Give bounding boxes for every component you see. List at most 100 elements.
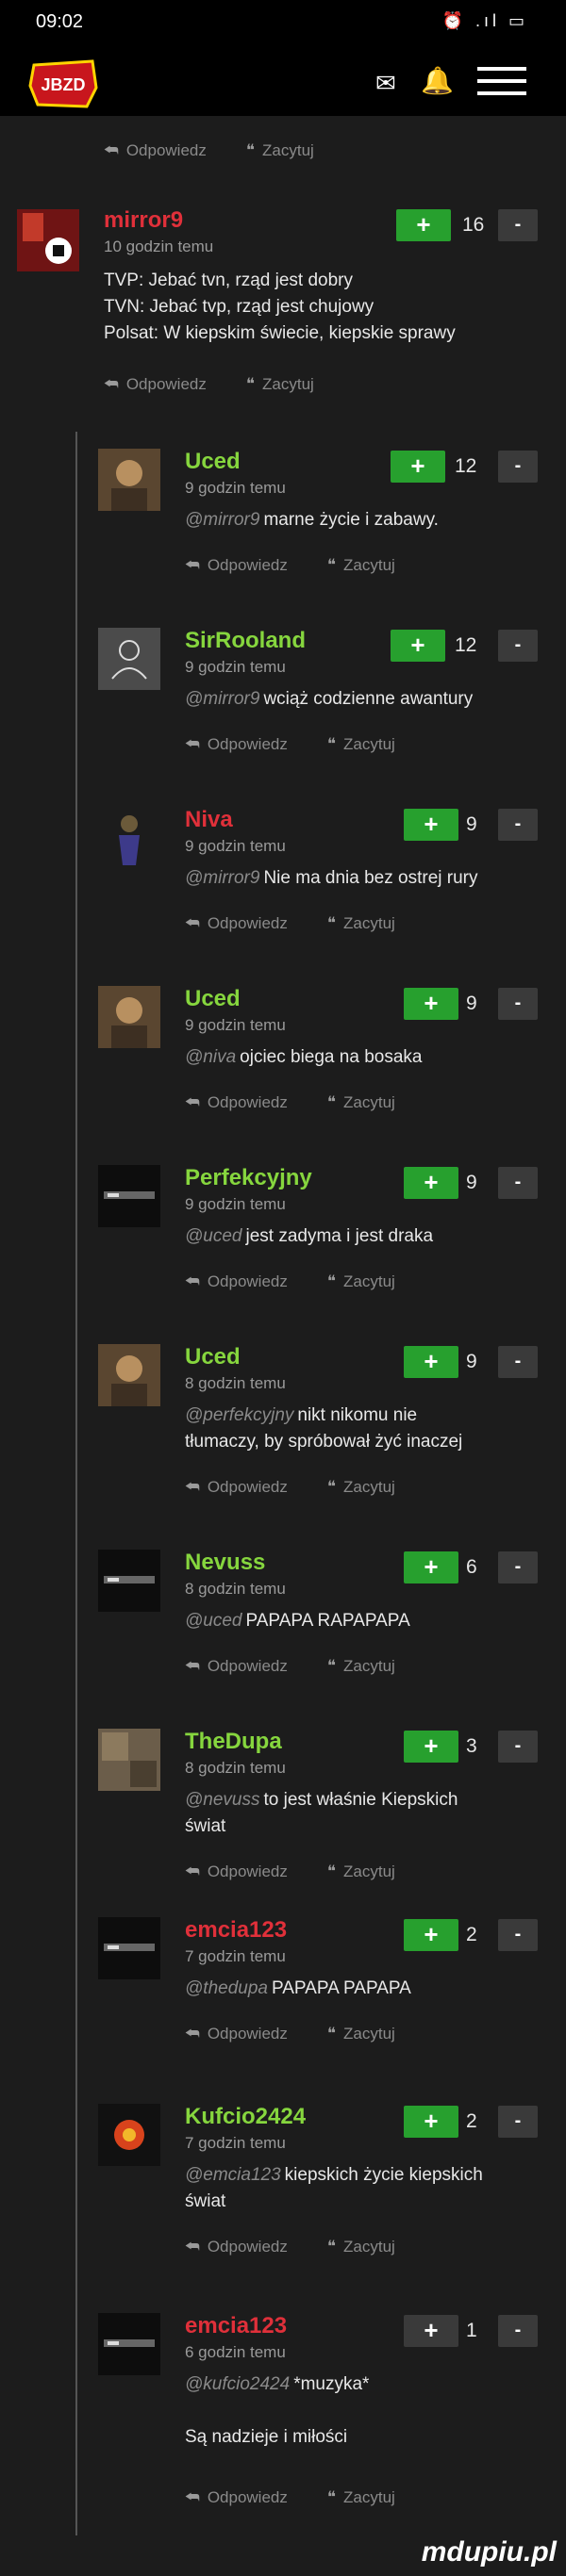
upvote-button[interactable]: + xyxy=(404,2106,458,2138)
jbzd-logo[interactable]: JBZD xyxy=(28,59,98,108)
mention-link[interactable]: @mirror9 xyxy=(185,868,259,888)
username[interactable]: SirRooland xyxy=(185,628,306,654)
avatar[interactable] xyxy=(98,1165,160,1227)
mention-link[interactable]: @uced xyxy=(185,1226,242,1246)
reply-button[interactable]: Odpowiedz xyxy=(208,1272,288,1290)
quote-icon[interactable]: ❝ xyxy=(327,1093,336,1111)
bell-icon[interactable]: 🔔 xyxy=(421,65,454,96)
quote-icon[interactable]: ❝ xyxy=(327,1657,336,1675)
reply-icon[interactable]: ⮪ xyxy=(185,1093,200,1111)
mention-link[interactable]: @nevuss xyxy=(185,1790,260,1810)
quote-icon[interactable]: ❝ xyxy=(327,2488,336,2506)
quote-button[interactable]: Zacytuj xyxy=(343,1862,395,1880)
reply-button[interactable]: Odpowiedz xyxy=(208,556,288,574)
reply-icon[interactable]: ⮪ xyxy=(185,1862,200,1880)
quote-button[interactable]: Zacytuj xyxy=(343,914,395,932)
upvote-button[interactable]: + xyxy=(404,1167,458,1199)
downvote-button[interactable]: - xyxy=(498,1346,538,1378)
reply-button[interactable]: Odpowiedz xyxy=(126,141,207,159)
upvote-button[interactable]: + xyxy=(391,630,445,662)
quote-button[interactable]: Zacytuj xyxy=(343,2488,395,2506)
quote-icon[interactable]: ❝ xyxy=(327,556,336,574)
username[interactable]: mirror9 xyxy=(104,207,183,234)
username[interactable]: Uced xyxy=(185,1344,241,1370)
avatar[interactable] xyxy=(98,2104,160,2166)
upvote-button[interactable]: + xyxy=(404,988,458,1020)
avatar[interactable] xyxy=(98,1550,160,1612)
upvote-button[interactable]: + xyxy=(391,451,445,483)
avatar[interactable] xyxy=(17,209,79,271)
quote-button[interactable]: Zacytuj xyxy=(262,375,314,393)
mention-link[interactable]: @mirror9 xyxy=(185,510,259,530)
avatar[interactable] xyxy=(98,1344,160,1406)
username[interactable]: emcia123 xyxy=(185,2313,287,2339)
reply-icon[interactable]: ⮪ xyxy=(185,735,200,753)
quote-button[interactable]: Zacytuj xyxy=(262,141,314,159)
username[interactable]: Uced xyxy=(185,449,241,475)
reply-button[interactable]: Odpowiedz xyxy=(208,1862,288,1880)
reply-icon[interactable]: ⮪ xyxy=(185,1657,200,1675)
upvote-button[interactable]: + xyxy=(404,1731,458,1763)
quote-icon[interactable]: ❝ xyxy=(246,141,255,159)
quote-button[interactable]: Zacytuj xyxy=(343,1478,395,1496)
avatar[interactable] xyxy=(98,986,160,1048)
reply-icon[interactable]: ⮪ xyxy=(185,2025,200,2043)
quote-icon[interactable]: ❝ xyxy=(327,2025,336,2043)
username[interactable]: emcia123 xyxy=(185,1917,287,1944)
mention-link[interactable]: @perfekcyjny xyxy=(185,1405,293,1425)
mention-link[interactable]: @emcia123 xyxy=(185,2165,281,2185)
avatar[interactable] xyxy=(98,1729,160,1791)
reply-icon[interactable]: ⮪ xyxy=(185,1272,200,1290)
reply-button[interactable]: Odpowiedz xyxy=(208,1478,288,1496)
quote-icon[interactable]: ❝ xyxy=(327,914,336,932)
quote-button[interactable]: Zacytuj xyxy=(343,2025,395,2043)
downvote-button[interactable]: - xyxy=(498,1919,538,1951)
username[interactable]: Kufcio2424 xyxy=(185,2104,306,2130)
reply-icon[interactable]: ⮪ xyxy=(104,141,119,159)
reply-icon[interactable]: ⮪ xyxy=(185,914,200,932)
quote-icon[interactable]: ❝ xyxy=(327,1478,336,1496)
avatar[interactable] xyxy=(98,2313,160,2375)
downvote-button[interactable]: - xyxy=(498,1551,538,1583)
reply-button[interactable]: Odpowiedz xyxy=(126,375,207,393)
avatar[interactable] xyxy=(98,1917,160,1979)
reply-button[interactable]: Odpowiedz xyxy=(208,2238,288,2256)
avatar[interactable] xyxy=(98,449,160,511)
downvote-button[interactable]: - xyxy=(498,209,538,241)
username[interactable]: Nevuss xyxy=(185,1550,265,1576)
mention-link[interactable]: @thedupa xyxy=(185,1978,268,1998)
downvote-button[interactable]: - xyxy=(498,1167,538,1199)
downvote-button[interactable]: - xyxy=(498,630,538,662)
username[interactable]: Perfekcyjny xyxy=(185,1165,312,1191)
reply-icon[interactable]: ⮪ xyxy=(104,375,119,393)
reply-button[interactable]: Odpowiedz xyxy=(208,1093,288,1111)
reply-button[interactable]: Odpowiedz xyxy=(208,914,288,932)
mail-icon[interactable]: ✉ xyxy=(375,69,396,98)
hamburger-menu-icon[interactable] xyxy=(477,67,526,99)
quote-button[interactable]: Zacytuj xyxy=(343,1657,395,1675)
reply-button[interactable]: Odpowiedz xyxy=(208,2025,288,2043)
quote-icon[interactable]: ❝ xyxy=(327,735,336,753)
mention-link[interactable]: @mirror9 xyxy=(185,689,259,709)
downvote-button[interactable]: - xyxy=(498,2106,538,2138)
upvote-button[interactable]: + xyxy=(404,1919,458,1951)
username[interactable]: Uced xyxy=(185,986,241,1012)
upvote-button[interactable]: + xyxy=(404,1551,458,1583)
upvote-button[interactable]: + xyxy=(396,209,451,241)
quote-icon[interactable]: ❝ xyxy=(246,375,255,393)
quote-icon[interactable]: ❝ xyxy=(327,1272,336,1290)
reply-icon[interactable]: ⮪ xyxy=(185,556,200,574)
upvote-button[interactable]: + xyxy=(404,1346,458,1378)
upvote-button[interactable]: + xyxy=(404,2315,458,2347)
downvote-button[interactable]: - xyxy=(498,809,538,841)
quote-icon[interactable]: ❝ xyxy=(327,1862,336,1880)
reply-button[interactable]: Odpowiedz xyxy=(208,2488,288,2506)
upvote-button[interactable]: + xyxy=(404,809,458,841)
downvote-button[interactable]: - xyxy=(498,988,538,1020)
reply-icon[interactable]: ⮪ xyxy=(185,2488,200,2506)
reply-button[interactable]: Odpowiedz xyxy=(208,735,288,753)
downvote-button[interactable]: - xyxy=(498,1731,538,1763)
username[interactable]: Niva xyxy=(185,807,233,833)
mention-link[interactable]: @niva xyxy=(185,1047,236,1067)
avatar[interactable] xyxy=(98,807,160,869)
